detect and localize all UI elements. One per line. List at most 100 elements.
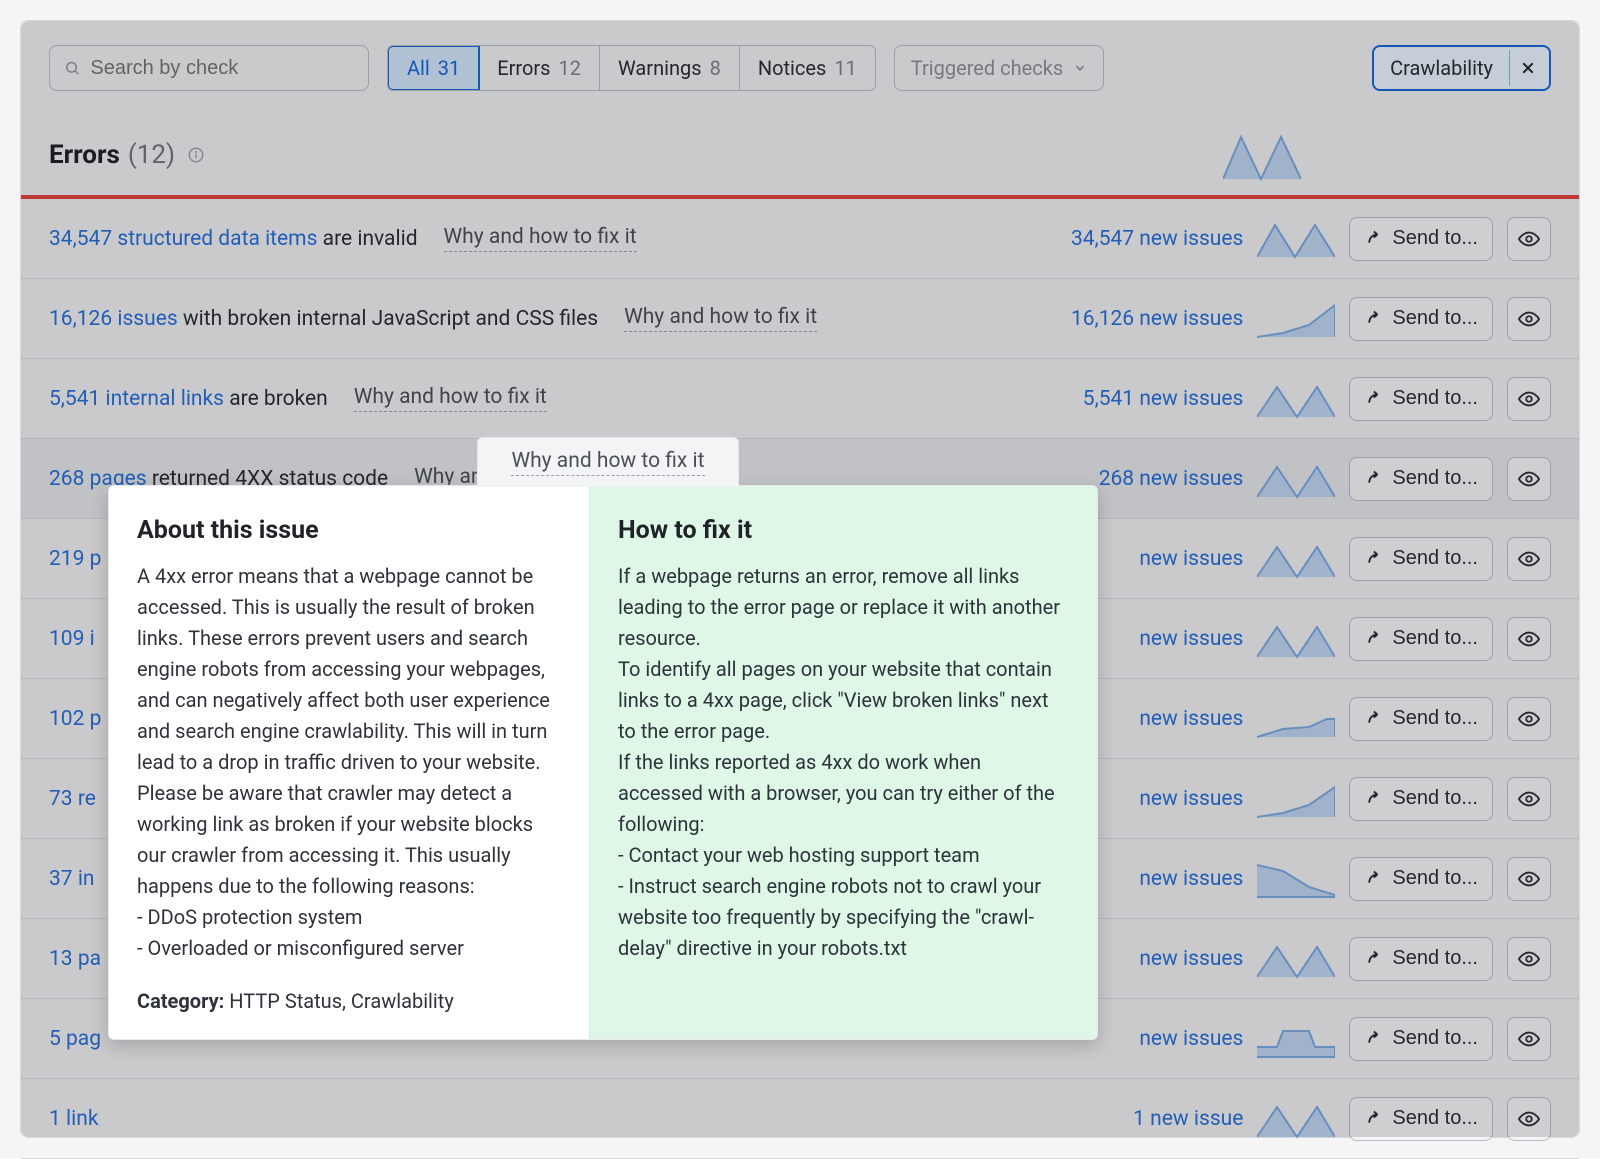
- view-button[interactable]: [1507, 377, 1551, 421]
- search-input[interactable]: [90, 57, 354, 80]
- view-button[interactable]: [1507, 937, 1551, 981]
- tab-label: Errors: [497, 56, 550, 80]
- send-to-label: Send to...: [1392, 947, 1478, 970]
- view-button[interactable]: [1507, 457, 1551, 501]
- why-how-link[interactable]: Why and how to fix it: [444, 225, 637, 252]
- eye-icon: [1518, 628, 1540, 650]
- section-title: Errors: [49, 140, 120, 170]
- popover-fix-p: To identify all pages on your website th…: [618, 654, 1069, 747]
- popover-fix: How to fix it If a webpage returns an er…: [589, 486, 1097, 1039]
- popover-fix-title: How to fix it: [618, 512, 1069, 551]
- trend-sparkline: [1257, 1019, 1335, 1059]
- send-to-button[interactable]: Send to...: [1349, 697, 1493, 741]
- issue-link[interactable]: 5,541 internal links: [49, 387, 224, 411]
- send-to-button[interactable]: Send to...: [1349, 297, 1493, 341]
- popover-about-bullet: - DDoS protection system: [137, 902, 561, 933]
- category-tabs: All 31 Errors 12 Warnings 8 Notices 11: [387, 45, 876, 91]
- send-to-button[interactable]: Send to...: [1349, 857, 1493, 901]
- new-issues-count[interactable]: 1 new issue: [993, 1107, 1243, 1131]
- send-to-label: Send to...: [1392, 1027, 1478, 1050]
- view-button[interactable]: [1507, 697, 1551, 741]
- issue-row[interactable]: 16,126 issues with broken internal JavaS…: [21, 279, 1579, 359]
- filter-chip-label: Crawlability: [1390, 56, 1493, 80]
- trend-sparkline: [1257, 779, 1335, 819]
- share-arrow-icon: [1364, 710, 1382, 728]
- send-to-button[interactable]: Send to...: [1349, 617, 1493, 661]
- toolbar: All 31 Errors 12 Warnings 8 Notices 11 T…: [21, 21, 1579, 103]
- send-to-button[interactable]: Send to...: [1349, 937, 1493, 981]
- tab-errors[interactable]: Errors 12: [479, 46, 600, 90]
- popover-fix-p: If a webpage returns an error, remove al…: [618, 561, 1069, 654]
- issue-link[interactable]: 73 re: [49, 787, 96, 811]
- tab-label: All: [407, 56, 430, 80]
- eye-icon: [1518, 1108, 1540, 1130]
- share-arrow-icon: [1364, 470, 1382, 488]
- send-to-button[interactable]: Send to...: [1349, 1097, 1493, 1141]
- search-input-wrap[interactable]: [49, 45, 369, 91]
- issue-link[interactable]: 37 in: [49, 867, 95, 891]
- issues-panel: All 31 Errors 12 Warnings 8 Notices 11 T…: [20, 20, 1580, 1138]
- view-button[interactable]: [1507, 297, 1551, 341]
- view-button[interactable]: [1507, 617, 1551, 661]
- send-to-label: Send to...: [1392, 467, 1478, 490]
- issue-link[interactable]: 102 p: [49, 707, 101, 731]
- eye-icon: [1518, 228, 1540, 250]
- issue-text: are broken: [224, 387, 328, 411]
- popover-about-bullet: - Overloaded or misconfigured server: [137, 933, 561, 964]
- popover-anchor-tab[interactable]: Why and how to fix it: [477, 437, 739, 487]
- send-to-label: Send to...: [1392, 1107, 1478, 1130]
- issue-link[interactable]: 16,126 issues: [49, 307, 178, 331]
- tab-warnings[interactable]: Warnings 8: [600, 46, 740, 90]
- issue-link[interactable]: 219 p: [49, 547, 101, 571]
- tab-count: 31: [438, 56, 460, 80]
- new-issues-count[interactable]: 16,126 new issues: [993, 307, 1243, 331]
- popover-fix-p: If the links reported as 4xx do work whe…: [618, 747, 1069, 840]
- send-to-label: Send to...: [1392, 627, 1478, 650]
- issue-row[interactable]: 34,547 structured data items are invalid…: [21, 199, 1579, 279]
- eye-icon: [1518, 868, 1540, 890]
- issue-row[interactable]: 5,541 internal links are broken Why and …: [21, 359, 1579, 439]
- send-to-button[interactable]: Send to...: [1349, 1017, 1493, 1061]
- view-button[interactable]: [1507, 1017, 1551, 1061]
- issue-link[interactable]: 34,547 structured data items: [49, 227, 317, 251]
- why-how-link: Why and how to fix it: [511, 449, 704, 476]
- issue-link[interactable]: 13 pa: [49, 947, 101, 971]
- issue-link[interactable]: 5 pag: [49, 1027, 101, 1051]
- send-to-button[interactable]: Send to...: [1349, 457, 1493, 501]
- category-label: Category:: [137, 989, 224, 1013]
- issue-link[interactable]: 1 link: [49, 1107, 98, 1131]
- share-arrow-icon: [1364, 310, 1382, 328]
- why-how-link[interactable]: Why and how to fix it: [354, 385, 547, 412]
- triggered-checks-dropdown[interactable]: Triggered checks: [894, 45, 1104, 91]
- eye-icon: [1518, 548, 1540, 570]
- send-to-button[interactable]: Send to...: [1349, 377, 1493, 421]
- share-arrow-icon: [1364, 630, 1382, 648]
- popover-about: About this issue A 4xx error means that …: [109, 486, 589, 1039]
- send-to-button[interactable]: Send to...: [1349, 217, 1493, 261]
- view-button[interactable]: [1507, 777, 1551, 821]
- tab-notices[interactable]: Notices 11: [740, 46, 875, 90]
- popover-category: Category: HTTP Status, Crawlability: [137, 986, 561, 1017]
- view-button[interactable]: [1507, 217, 1551, 261]
- filter-chip-crawlability[interactable]: Crawlability: [1372, 45, 1551, 91]
- eye-icon: [1518, 948, 1540, 970]
- send-to-label: Send to...: [1392, 547, 1478, 570]
- send-to-button[interactable]: Send to...: [1349, 777, 1493, 821]
- new-issues-count[interactable]: 5,541 new issues: [993, 387, 1243, 411]
- send-to-button[interactable]: Send to...: [1349, 537, 1493, 581]
- view-button[interactable]: [1507, 857, 1551, 901]
- issue-popover: Why and how to fix it About this issue A…: [108, 485, 1098, 1040]
- issue-link[interactable]: 109 i: [49, 627, 95, 651]
- filter-chip-remove[interactable]: [1509, 50, 1545, 86]
- tab-all[interactable]: All 31: [387, 45, 480, 91]
- view-button[interactable]: [1507, 1097, 1551, 1141]
- trend-sparkline: [1257, 699, 1335, 739]
- view-button[interactable]: [1507, 537, 1551, 581]
- new-issues-count[interactable]: 34,547 new issues: [993, 227, 1243, 251]
- info-icon[interactable]: [187, 146, 205, 164]
- send-to-label: Send to...: [1392, 787, 1478, 810]
- why-how-link[interactable]: Why and how to fix it: [624, 305, 817, 332]
- trend-sparkline: [1257, 219, 1335, 259]
- issue-row[interactable]: 1 link 1 new issue Send to...: [21, 1079, 1579, 1159]
- eye-icon: [1518, 708, 1540, 730]
